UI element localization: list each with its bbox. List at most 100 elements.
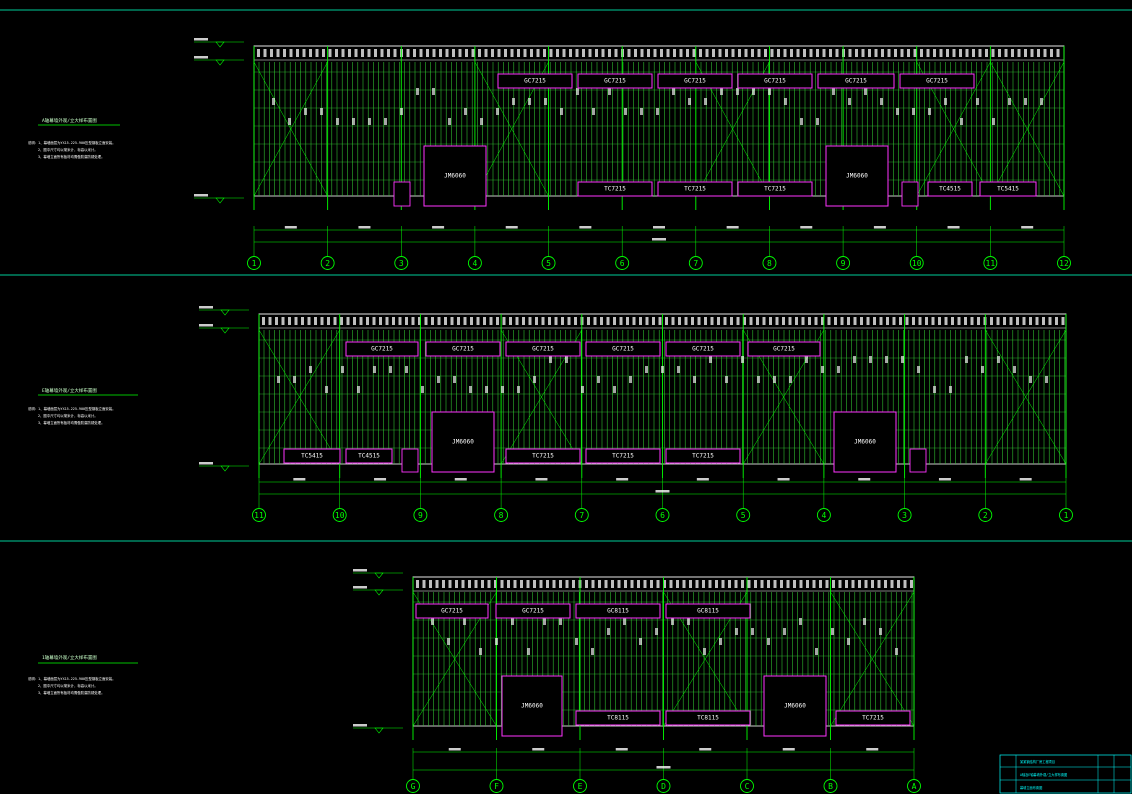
dimension-tag [699,748,712,751]
panel-tag [643,580,647,588]
panel-tag [354,49,358,57]
axis-label: 8 [499,511,504,520]
panel-tag [445,49,449,57]
field-tag [320,108,323,115]
panel-tag [678,317,681,325]
axis-label: 4 [821,511,826,520]
panel-tag [790,49,793,57]
panel-tag [912,317,915,325]
panel-tag [803,49,806,57]
window-bottom-label: TC8115 [697,715,719,722]
panel-tag [679,49,683,57]
panel-tag [728,580,731,588]
field-tag [560,108,563,115]
field-tag [368,118,371,125]
field-tag [421,386,424,393]
panel-tag [288,317,291,325]
field-tag [655,628,658,635]
panel-tag [416,580,419,588]
panel-tag [1016,317,1019,325]
panel-tag [721,580,725,588]
panel-tag [606,317,610,325]
field-tag [816,118,819,125]
panel-tag [320,317,324,325]
field-tag [645,366,648,373]
panel-tag [848,49,852,57]
window-bottom-label: TC7215 [862,715,884,722]
panel-tag [340,317,343,325]
panel-tag [552,580,556,588]
field-tag [736,88,739,95]
panel-tag [1037,49,1040,57]
axis-label: 8 [767,259,772,268]
panel-tag [886,317,889,325]
panel-tag [796,49,800,57]
field-tag [639,638,642,645]
panel-tag [795,317,798,325]
panel-tag [489,317,493,325]
axis-label: A [912,782,917,791]
field-tag [741,356,744,363]
panel-tag [899,317,902,325]
louvre [401,448,419,473]
panel-tag [361,49,364,57]
panel-tag [442,580,445,588]
window-top-label: GC7215 [773,346,795,353]
field-tag [832,88,835,95]
panel-tag [952,49,956,57]
panel-tag [1048,317,1052,325]
panel-tag [853,317,857,325]
window-bottom-label: TC8115 [607,715,629,722]
panel-tag [660,49,663,57]
dimension-tag [1019,478,1032,481]
panel-tag [327,317,330,325]
dimension-tag [782,748,795,751]
panel-tag [725,49,728,57]
window-top-label: GC7215 [524,78,546,85]
level-tag [353,569,367,572]
panel-tag [767,580,770,588]
dimension-tag [448,748,461,751]
panel-tag [483,317,486,325]
field-tag [768,88,771,95]
panel-tag [777,49,780,57]
panel-tag [432,49,436,57]
dimension-tag [866,748,879,751]
field-tag [485,386,488,393]
panel-tag [262,317,265,325]
panel-tag [549,49,553,57]
dimension-tag [653,226,665,229]
panel-tag [946,49,949,57]
axis-label: 3 [399,259,404,268]
field-tag [789,376,792,383]
panel-tag [985,49,988,57]
door-label: JM6060 [854,439,876,446]
panel-tag [991,49,995,57]
panel-tag [281,317,285,325]
panel-tag [1009,317,1013,325]
window-bottom-label: TC4515 [358,453,380,460]
field-tag [608,88,611,95]
panel-tag [461,580,465,588]
panel-tag [591,580,595,588]
field-tag [671,618,674,625]
panel-tag [951,317,954,325]
panel-tag [617,580,621,588]
panel-tag [353,317,356,325]
field-tag [981,366,984,373]
panel-tag [812,580,816,588]
field-tag [847,638,850,645]
field-tag [912,108,915,115]
panel-tag [559,580,562,588]
panel-tag [535,317,538,325]
panel-tag [782,317,785,325]
dimension-tag [532,748,545,751]
field-tag [512,98,515,105]
field-tag [895,648,898,655]
axis-label: 4 [472,259,477,268]
window-top-label: GC7215 [692,346,714,353]
panel-tag [998,49,1001,57]
cad-drawing-canvas[interactable]: A轴幕墙外观/立大样布置图 说明：1、幕墙面层为YX15-225-900压型钢板… [0,0,1132,794]
notes-title: A轴幕墙外观/立大样布置图 [42,117,97,124]
note-line-1: 说明：1、幕墙面层为YX15-225-900压型钢板立面安装。 [28,406,116,411]
